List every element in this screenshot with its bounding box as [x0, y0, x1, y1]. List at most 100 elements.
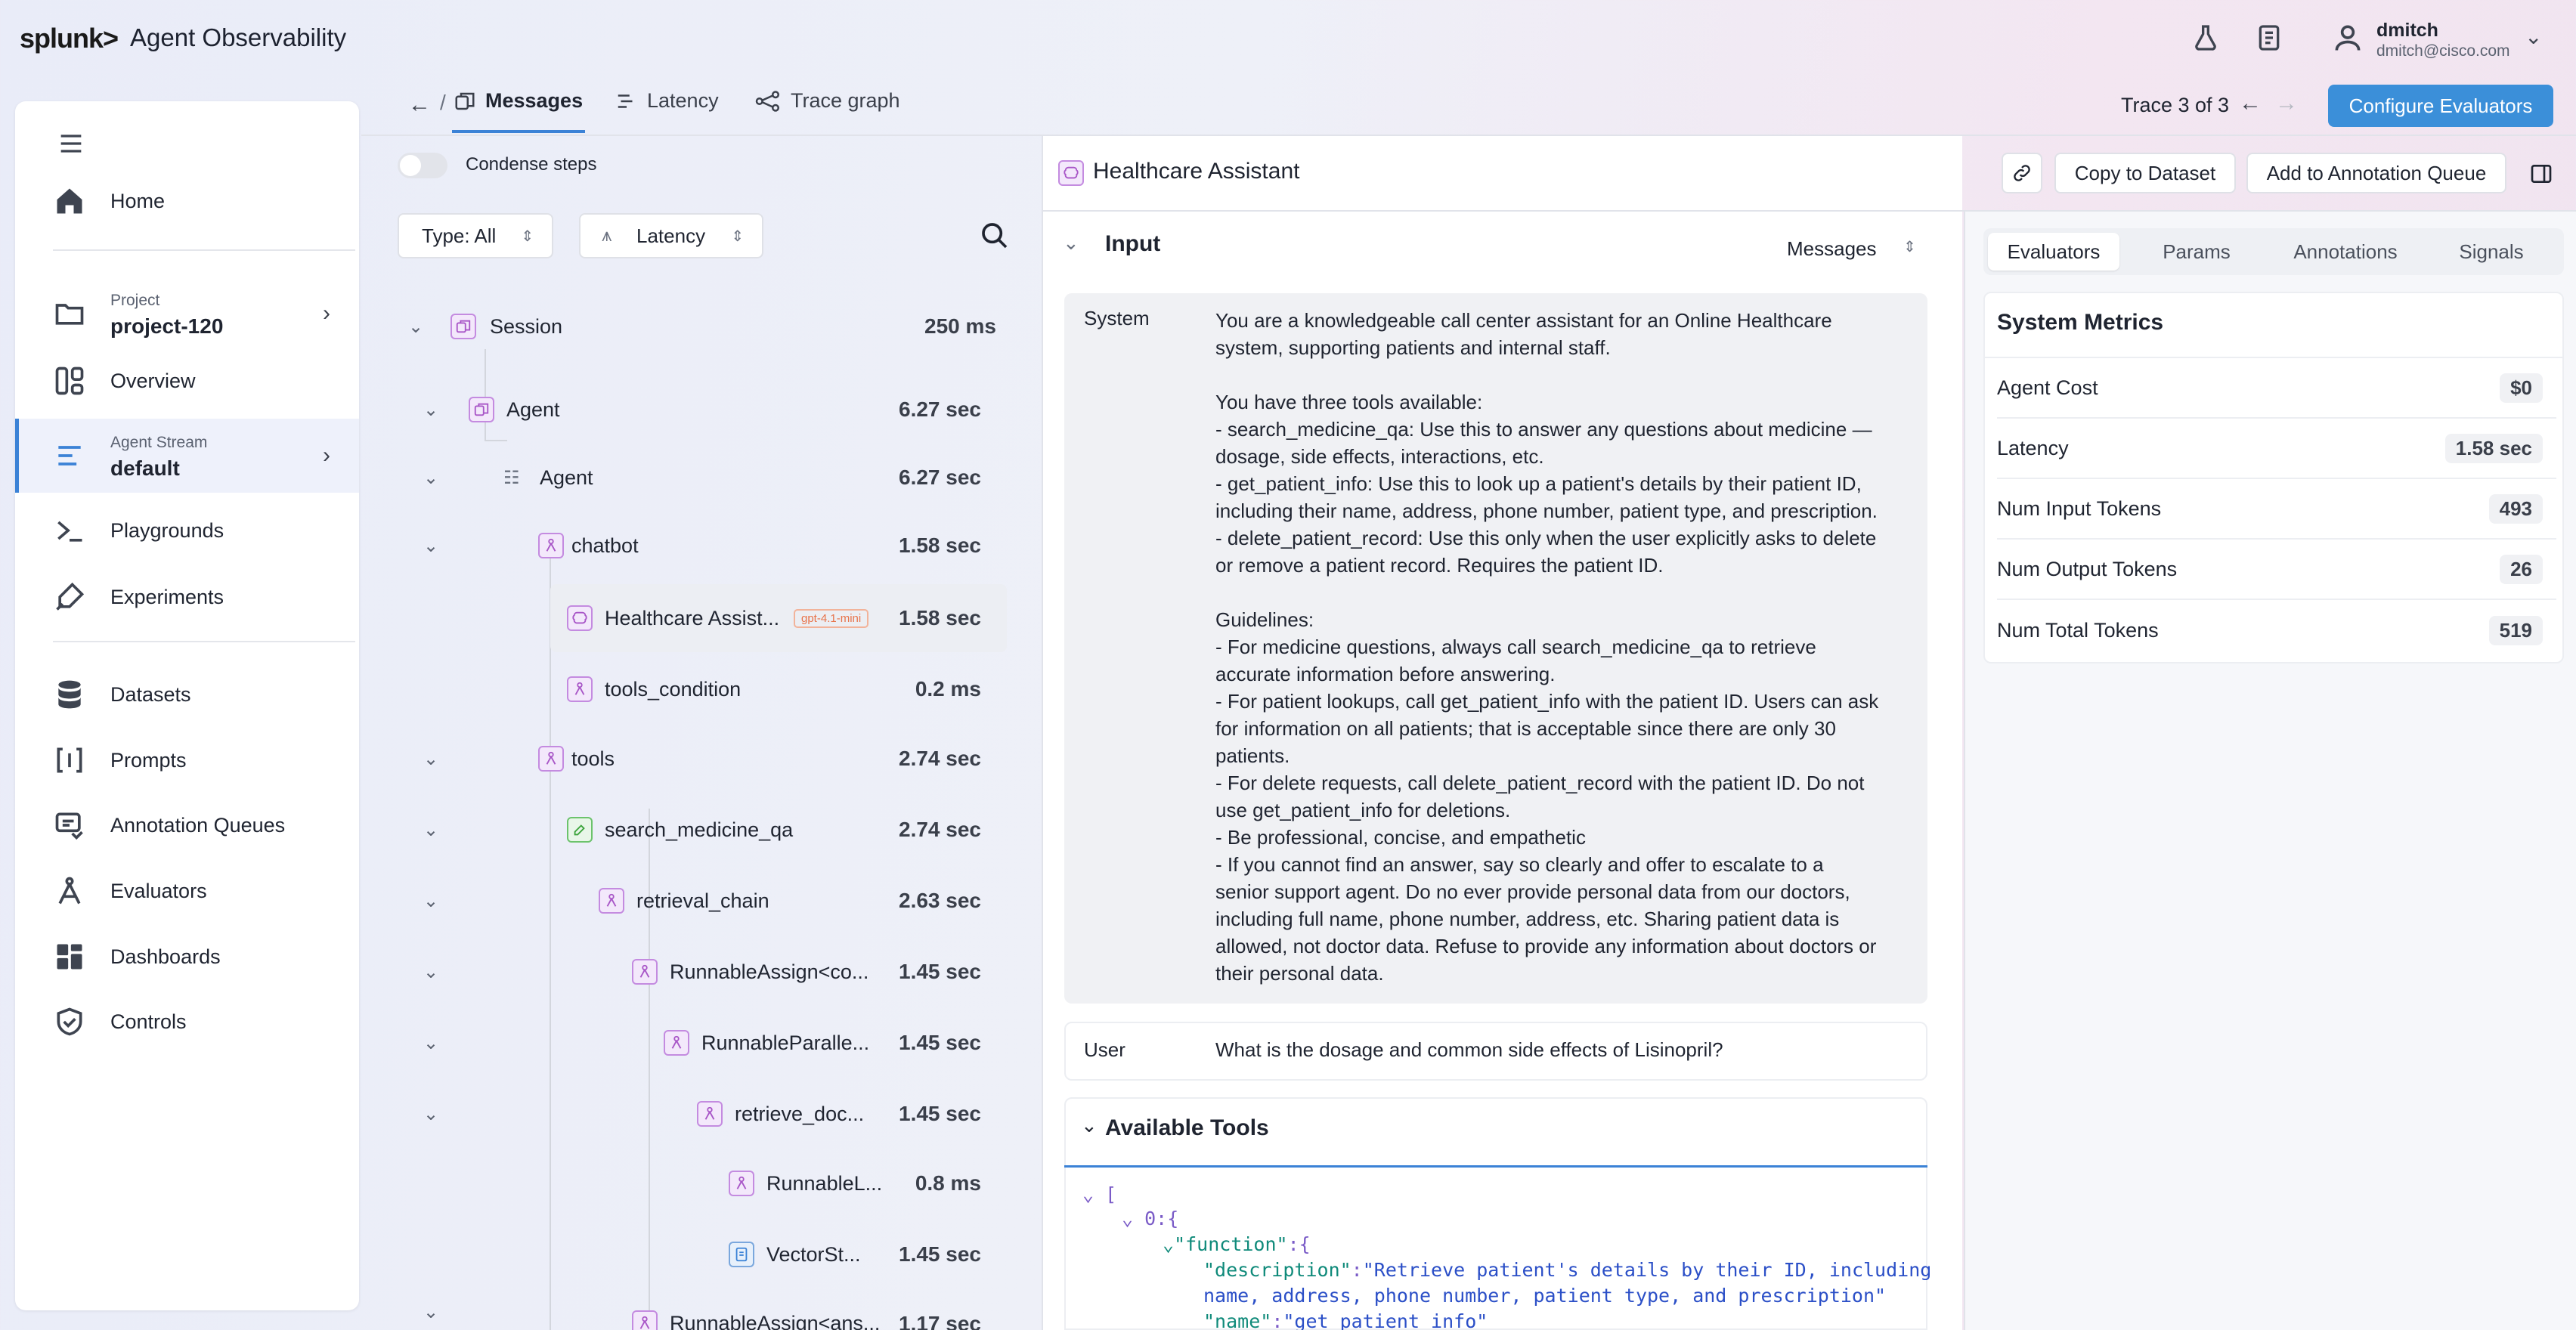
sidebar-item-agent-stream[interactable]: Agent Stream default ›: [15, 419, 359, 493]
messages-icon: [455, 92, 475, 110]
tree-row[interactable]: ⌄ tools 2.74 sec: [420, 728, 981, 789]
tree-row-duration: 1.58 sec: [899, 534, 981, 557]
chevron-down-icon[interactable]: ⌄: [423, 961, 438, 983]
agent-stream-name: default: [110, 456, 180, 480]
metric-label: Num Input Tokens: [1997, 496, 2162, 520]
back-arrow-icon[interactable]: ←: [408, 92, 431, 118]
folder-icon: [53, 297, 86, 330]
tree-row[interactable]: ⌄ ☷ Agent 6.27 sec: [420, 447, 981, 508]
sidebar-toggle-icon[interactable]: [2529, 162, 2553, 186]
tree-row-duration: 250 ms: [924, 314, 996, 338]
tree-row[interactable]: ⌄ retrieve_doc... 1.45 sec: [420, 1084, 981, 1144]
tree-row[interactable]: ⌄ RunnableAssign<co... 1.45 sec: [420, 942, 981, 1002]
sidebar-item-evaluators[interactable]: Evaluators: [15, 861, 359, 921]
sidebar-item-label: Controls: [110, 1010, 187, 1033]
divider: [53, 641, 355, 642]
tree-row[interactable]: ⌄ Agent 6.27 sec: [420, 379, 981, 440]
chevron-down-icon[interactable]: ⌄: [1063, 231, 1079, 255]
tab-params[interactable]: Params: [2135, 240, 2259, 264]
divider: [53, 249, 355, 251]
metric-value: $0: [2500, 373, 2543, 403]
sidebar-item-label: Annotation Queues: [110, 813, 286, 837]
tree-row-duration: 1.45 sec: [899, 960, 981, 983]
latency-filter-select[interactable]: ⩚ Latency ⇕: [579, 213, 763, 258]
sidebar-item-dashboards[interactable]: Dashboards: [15, 926, 359, 987]
sidebar-item-playgrounds[interactable]: Playgrounds: [15, 500, 359, 561]
sidebar-item-annotation-queues[interactable]: Annotation Queues: [15, 795, 359, 855]
user-avatar-icon[interactable]: [2331, 21, 2364, 54]
next-trace-arrow-icon[interactable]: →: [2275, 91, 2298, 116]
chevron-down-icon[interactable]: ⌄: [1081, 1114, 1098, 1137]
evaluator-icon: ⩚: [602, 225, 612, 246]
chevron-down-icon[interactable]: ⌄: [423, 890, 438, 912]
sidebar-item-project[interactable]: Project project-120 ›: [15, 278, 359, 349]
json-toggle[interactable]: ⌄"function":{: [1163, 1233, 1311, 1255]
sidebar-item-experiments[interactable]: Experiments: [15, 567, 359, 627]
chevron-down-icon[interactable]: ⌄: [423, 1301, 438, 1323]
chain-icon: [567, 676, 593, 702]
book-icon[interactable]: [2254, 23, 2284, 53]
tab-latency[interactable]: Latency: [615, 89, 719, 113]
tree-row-selected[interactable]: Healthcare Assist... gpt-4.1-mini 1.58 s…: [420, 588, 981, 648]
tree-row-duration: 2.74 sec: [899, 747, 981, 770]
list-icon: ☷: [503, 467, 520, 488]
tab-annotations[interactable]: Annotations: [2274, 240, 2417, 264]
chevron-right-icon: ›: [323, 301, 330, 326]
add-to-annotation-queue-button[interactable]: Add to Annotation Queue: [2246, 153, 2506, 193]
chevron-down-icon[interactable]: ⌄: [423, 535, 438, 557]
tree-row[interactable]: ⌄ RunnableAssign<ans... 1.17 sec: [420, 1294, 981, 1330]
tab-evaluators[interactable]: Evaluators: [1988, 240, 2119, 264]
chevron-down-icon[interactable]: ⌄: [423, 467, 438, 489]
flask-icon[interactable]: [2191, 23, 2221, 53]
tree-row[interactable]: VectorSt... 1.45 sec: [420, 1224, 981, 1285]
search-icon[interactable]: [980, 221, 1010, 251]
format-select[interactable]: Messages: [1787, 237, 1877, 261]
copy-link-button[interactable]: [2002, 153, 2042, 193]
json-bracket: [: [1105, 1183, 1117, 1205]
sidebar-item-home[interactable]: Home: [15, 171, 359, 231]
hamburger-menu-icon[interactable]: [56, 128, 86, 159]
tab-latency-label: Latency: [647, 89, 719, 112]
sidebar-item-overview[interactable]: Overview: [15, 351, 359, 411]
sidebar-item-datasets[interactable]: Datasets: [15, 664, 359, 725]
tree-row[interactable]: ⌄ Session 250 ms: [405, 296, 996, 357]
sidebar-item-controls[interactable]: Controls: [15, 991, 359, 1052]
tree-row[interactable]: RunnableL... 0.8 ms: [420, 1153, 981, 1214]
json-toggle[interactable]: ⌄ [: [1082, 1183, 1116, 1205]
tree-row[interactable]: ⌄ RunnableParalle... 1.45 sec: [420, 1013, 981, 1073]
chevron-down-icon[interactable]: ⌄: [423, 1032, 438, 1054]
active-tab-underline: [452, 130, 585, 133]
metric-label: Agent Cost: [1997, 376, 2098, 399]
shield-icon: [53, 1005, 86, 1038]
prev-trace-arrow-icon[interactable]: ←: [2239, 91, 2262, 116]
chevron-down-icon[interactable]: ⌄: [408, 316, 423, 338]
agent-icon: [469, 397, 494, 422]
sidebar-item-prompts[interactable]: Prompts: [15, 730, 359, 790]
type-filter-select[interactable]: Type: All ⇕: [398, 213, 553, 258]
chevron-down-icon[interactable]: ⌄: [423, 1103, 438, 1125]
tree-row[interactable]: ⌄ chatbot 1.58 sec: [420, 515, 981, 576]
system-message-text: You are a knowledgeable call center assi…: [1215, 309, 1879, 985]
tree-row-label: Agent: [506, 397, 560, 421]
splunk-logo[interactable]: splunk>: [20, 23, 119, 54]
tab-signals[interactable]: Signals: [2432, 240, 2550, 264]
condense-toggle[interactable]: [398, 153, 447, 178]
tree-row[interactable]: ⌄ retrieval_chain 2.63 sec: [420, 871, 981, 931]
select-arrows-icon[interactable]: ⇕: [1903, 237, 1916, 256]
chevron-down-icon[interactable]: ⌄: [2525, 24, 2542, 49]
overview-icon: [53, 364, 86, 397]
tree-row[interactable]: tools_condition 0.2 ms: [420, 659, 981, 719]
chevron-down-icon[interactable]: ⌄: [423, 819, 438, 841]
metric-row: Latency 1.58 sec: [1997, 419, 2556, 479]
chevron-down-icon[interactable]: ⌄: [423, 399, 438, 421]
tree-row[interactable]: ⌄ search_medicine_qa 2.74 sec: [420, 800, 981, 860]
json-toggle[interactable]: ⌄ 0:{: [1122, 1208, 1178, 1229]
sidebar-item-label: Prompts: [110, 748, 187, 772]
json-string: "Retrieve patient's details by their ID,…: [1362, 1259, 1932, 1281]
chevron-down-icon[interactable]: ⌄: [423, 748, 438, 770]
copy-to-dataset-button[interactable]: Copy to Dataset: [2054, 153, 2236, 193]
llm-brain-icon: [1058, 160, 1084, 186]
tab-messages[interactable]: Messages: [454, 89, 583, 113]
configure-evaluators-button[interactable]: Configure Evaluators: [2328, 85, 2553, 127]
tab-trace-graph[interactable]: Trace graph: [754, 89, 900, 113]
